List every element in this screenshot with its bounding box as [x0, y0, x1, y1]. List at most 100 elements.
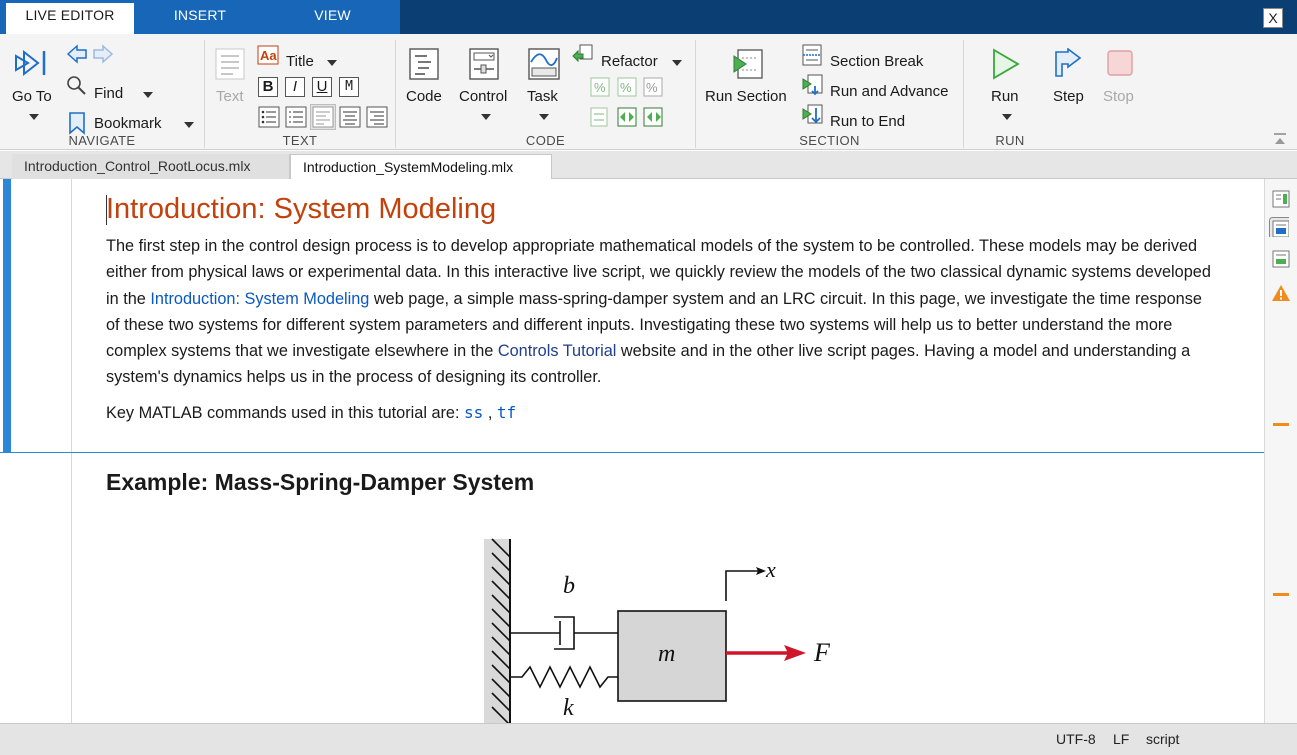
- cmd-ss-link[interactable]: ss: [464, 403, 483, 422]
- doc-tab-rootlocus[interactable]: Introduction_Control_RootLocus.mlx: [12, 154, 290, 179]
- output-right-icon[interactable]: [1271, 189, 1291, 209]
- ribbon: Go To Find Bookmark NAVIGATE Text Aa Tit…: [0, 34, 1297, 150]
- run-and-advance-icon: [802, 74, 823, 96]
- page-title[interactable]: Introduction: System Modeling: [106, 193, 496, 226]
- doc-tab-systemmodeling[interactable]: Introduction_SystemModeling.mlx: [290, 154, 552, 180]
- cmd-separator: ,: [483, 404, 497, 422]
- code-icon: [409, 48, 439, 80]
- position-label: x: [765, 557, 776, 582]
- spring-label: k: [563, 695, 574, 721]
- text-button[interactable]: Text: [216, 88, 244, 105]
- search-icon: [67, 76, 86, 95]
- run-group-label: RUN: [995, 133, 1025, 148]
- encoding-status: UTF-8: [1056, 731, 1096, 747]
- title-style-dropdown[interactable]: Title: [286, 53, 314, 70]
- find-button[interactable]: Find: [94, 85, 123, 102]
- goto-label: Go To: [12, 88, 52, 105]
- intro-paragraph[interactable]: The first step in the control design pro…: [106, 233, 1216, 391]
- task-icon: [528, 48, 560, 80]
- stop-button[interactable]: Stop: [1103, 88, 1134, 105]
- code-button[interactable]: Code: [406, 88, 442, 105]
- monospace-button[interactable]: M: [339, 77, 359, 97]
- live-editor-canvas[interactable]: Introduction: System Modeling The first …: [0, 179, 1264, 723]
- mass-label: m: [658, 641, 675, 667]
- warning-marker[interactable]: [1273, 423, 1289, 426]
- position-arrow: [725, 570, 760, 601]
- spring: [510, 665, 618, 689]
- align-center-icon[interactable]: [339, 106, 361, 128]
- code-format-icons: % % %: [590, 77, 663, 127]
- bookmark-icon: [69, 112, 85, 135]
- status-bar: UTF-8 LF script: [0, 723, 1297, 755]
- file-type-status: script: [1146, 731, 1180, 747]
- numbered-list-icon[interactable]: [285, 106, 307, 128]
- step-button[interactable]: Step: [1053, 88, 1084, 105]
- cmd-tf-link[interactable]: tf: [497, 403, 516, 422]
- section-break-icon: [802, 44, 822, 66]
- toolstrip-tabbar: LIVE EDITOR INSERT VIEW X: [0, 0, 1297, 34]
- back-forward-icon[interactable]: [66, 44, 116, 64]
- mass-spring-damper-figure: b k m F x: [484, 538, 831, 723]
- refactor-button[interactable]: Refactor: [601, 53, 658, 70]
- link-system-modeling[interactable]: Introduction: System Modeling: [150, 290, 369, 308]
- output-inline-icon[interactable]: [1269, 217, 1289, 237]
- warning-icon[interactable]: [1271, 283, 1291, 303]
- tab-insert[interactable]: INSERT: [150, 0, 250, 34]
- text-group: Text Aa Title B I U M TEXT: [205, 40, 396, 148]
- control-dropdown-icon[interactable]: [481, 114, 491, 120]
- run-to-end-icon: [802, 104, 823, 124]
- section-group: Run Section Section Break Run and Advanc…: [696, 40, 964, 148]
- run-button[interactable]: Run: [991, 88, 1019, 105]
- task-dropdown-icon[interactable]: [539, 114, 549, 120]
- title-dropdown-icon[interactable]: [327, 60, 337, 66]
- line-ending-status: LF: [1113, 731, 1130, 747]
- refactor-dropdown-icon[interactable]: [672, 60, 682, 66]
- force-label: F: [813, 638, 831, 667]
- section-break-button[interactable]: Section Break: [830, 53, 923, 70]
- run-group: Run Step Stop RUN: [964, 40, 1144, 148]
- run-section-icon: [733, 49, 763, 79]
- document-tabbar: Introduction_Control_RootLocus.mlx Intro…: [0, 151, 1297, 180]
- refactor-icon: [572, 44, 593, 63]
- key-commands-line: Key MATLAB commands used in this tutoria…: [106, 403, 516, 423]
- bold-button[interactable]: B: [258, 77, 278, 97]
- link-controls-tutorial[interactable]: Controls Tutorial: [498, 342, 617, 360]
- align-left-icon[interactable]: [310, 104, 336, 130]
- tab-view[interactable]: VIEW: [285, 0, 380, 34]
- svg-text:Aa: Aa: [260, 48, 277, 63]
- warning-marker[interactable]: [1273, 593, 1289, 596]
- code-group: Code Control Task Refactor % % % CODE: [396, 40, 696, 148]
- align-right-icon[interactable]: [366, 106, 388, 128]
- text-cursor: [106, 195, 107, 225]
- section-heading[interactable]: Example: Mass-Spring-Damper System: [106, 469, 534, 496]
- text-group-label: TEXT: [282, 133, 318, 148]
- find-dropdown-icon[interactable]: [143, 92, 153, 98]
- active-section-indicator: [3, 179, 11, 452]
- svg-text:%: %: [646, 80, 658, 95]
- section-group-label: SECTION: [799, 133, 860, 148]
- run-section-button[interactable]: Run Section: [705, 88, 787, 105]
- control-icon: [469, 48, 499, 80]
- hide-code-icon[interactable]: [1271, 249, 1291, 269]
- collapse-toolstrip-icon[interactable]: [1273, 132, 1287, 146]
- task-button[interactable]: Task: [527, 88, 558, 105]
- navigate-group-label: NAVIGATE: [68, 133, 136, 148]
- close-button[interactable]: X: [1263, 8, 1283, 28]
- bullet-list-icon[interactable]: [258, 106, 280, 128]
- italic-button[interactable]: I: [285, 77, 305, 97]
- underline-button[interactable]: U: [312, 77, 332, 97]
- step-icon: [1055, 48, 1082, 77]
- control-button[interactable]: Control: [459, 88, 507, 105]
- run-dropdown-icon[interactable]: [1002, 114, 1012, 120]
- bookmark-button[interactable]: Bookmark: [94, 115, 162, 132]
- goto-button[interactable]: Go To: [6, 40, 56, 124]
- code-group-label: CODE: [525, 133, 566, 148]
- run-to-end-button[interactable]: Run to End: [830, 113, 905, 130]
- bookmark-dropdown-icon[interactable]: [184, 122, 194, 128]
- tab-live-editor[interactable]: LIVE EDITOR: [6, 3, 134, 34]
- stop-icon: [1107, 50, 1133, 76]
- run-and-advance-button[interactable]: Run and Advance: [830, 83, 948, 100]
- goto-icon: [15, 49, 46, 77]
- goto-dropdown-icon[interactable]: [29, 114, 39, 120]
- navigate-group: Go To Find Bookmark NAVIGATE: [0, 40, 205, 148]
